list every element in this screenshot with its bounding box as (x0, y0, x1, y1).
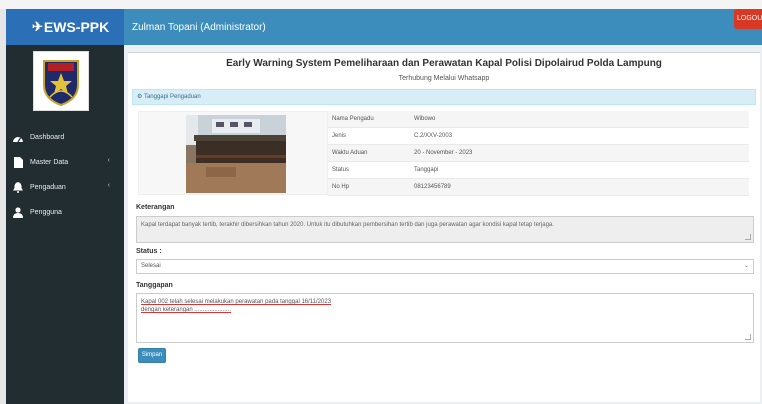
detail-row: Jenis C.2/XXV-2003 (328, 128, 749, 145)
save-button[interactable]: Simpan (138, 348, 166, 363)
complaint-photo[interactable] (186, 115, 286, 193)
detail-label: No Hp (332, 184, 350, 190)
page-subtitle: Terhubung Melalui Whatsapp (398, 75, 490, 82)
detail-value: Tanggapi (414, 167, 439, 173)
user-icon (11, 207, 25, 219)
chevron-left-icon: ‹ (107, 157, 110, 164)
chevron-left-icon: ‹ (107, 182, 110, 189)
complaint-photo-cell (138, 111, 328, 195)
detail-label: Jenis (332, 133, 347, 139)
sidebar-item-pengguna[interactable]: Pengguna (6, 200, 124, 225)
detail-label: Status (332, 167, 350, 173)
detail-value: 20 - November - 2023 (414, 150, 473, 156)
detail-row: Waktu Aduan 20 - November - 2023 (328, 145, 749, 162)
section-header: ⚙ Tanggapi Pengaduan (132, 89, 756, 105)
reply-icon: ⚙ (137, 94, 143, 100)
chevron-down-icon: ⌄ (743, 263, 749, 269)
top-navbar: Zulman Topani (Administrator) (124, 9, 762, 45)
detail-label: Nama Pengadu (332, 116, 374, 122)
dashboard-icon (11, 132, 25, 144)
resize-grip-icon[interactable] (745, 334, 751, 340)
tanggapan-line: dengan keterangan ...................... (141, 307, 232, 313)
bell-icon (11, 182, 25, 194)
page-title: Early Warning System Pemeliharaan dan Pe… (226, 58, 662, 69)
sidebar: Dashboard Master Data ‹ Pengaduan ‹ Peng… (6, 45, 124, 404)
keterangan-text: Kapal terdapat banyak tertib, terakhir d… (141, 222, 554, 228)
sidebar-item-master-data[interactable]: Master Data ‹ (6, 150, 124, 175)
brand-logo[interactable]: ✈ EWS-PPK (6, 9, 124, 45)
file-icon (11, 157, 25, 169)
sidebar-item-label: Pengguna (30, 209, 62, 216)
detail-value: Wibowo (414, 116, 436, 122)
status-label: Status : (136, 248, 162, 255)
resize-grip-icon[interactable] (745, 234, 751, 240)
sidebar-item-dashboard[interactable]: Dashboard (6, 125, 124, 150)
section-title: Tanggapi Pengaduan (143, 94, 201, 100)
sidebar-menu: Dashboard Master Data ‹ Pengaduan ‹ Peng… (6, 125, 124, 225)
current-user[interactable]: Zulman Topani (Administrator) (132, 22, 266, 33)
sidebar-item-label: Master Data (30, 159, 69, 166)
tanggapan-label: Tanggapan (136, 282, 173, 289)
detail-row: Nama Pengadu Wibowo (328, 111, 749, 128)
sidebar-item-label: Dashboard (30, 134, 65, 141)
main-content: Early Warning System Pemeliharaan dan Pe… (124, 45, 762, 404)
window-top-strip (0, 0, 762, 9)
tanggapan-line: Kapal 002 telah selesai melakukan perawa… (141, 299, 332, 305)
brand-name: EWS-PPK (43, 19, 110, 35)
detail-value: C.2/XXV-2003 (414, 133, 453, 139)
complaint-panel: Early Warning System Pemeliharaan dan Pe… (128, 52, 760, 402)
sidebar-item-label: Pengaduan (30, 184, 66, 191)
brand-mark-icon: ✈ (32, 19, 43, 34)
detail-row: No Hp 08123456789 (328, 179, 749, 196)
status-selected-value: Selesai (141, 263, 161, 269)
status-select[interactable]: Selesai ⌄ (136, 259, 754, 274)
detail-row: Status Tanggapi (328, 162, 749, 179)
keterangan-label: Keterangan (136, 204, 175, 211)
emblem-icon (43, 60, 79, 107)
keterangan-field: Kapal terdapat banyak tertib, terakhir d… (136, 216, 754, 243)
tanggapan-textarea[interactable]: Kapal 002 telah selesai melakukan perawa… (136, 293, 754, 343)
police-emblem (33, 51, 89, 111)
sidebar-item-pengaduan[interactable]: Pengaduan ‹ (6, 175, 124, 200)
complaint-details: Nama Pengadu Wibowo Jenis C.2/XXV-2003 W… (328, 111, 749, 196)
detail-value: 08123456789 (414, 184, 451, 190)
logout-button[interactable]: LOGOUT (734, 9, 762, 29)
detail-label: Waktu Aduan (332, 150, 368, 156)
